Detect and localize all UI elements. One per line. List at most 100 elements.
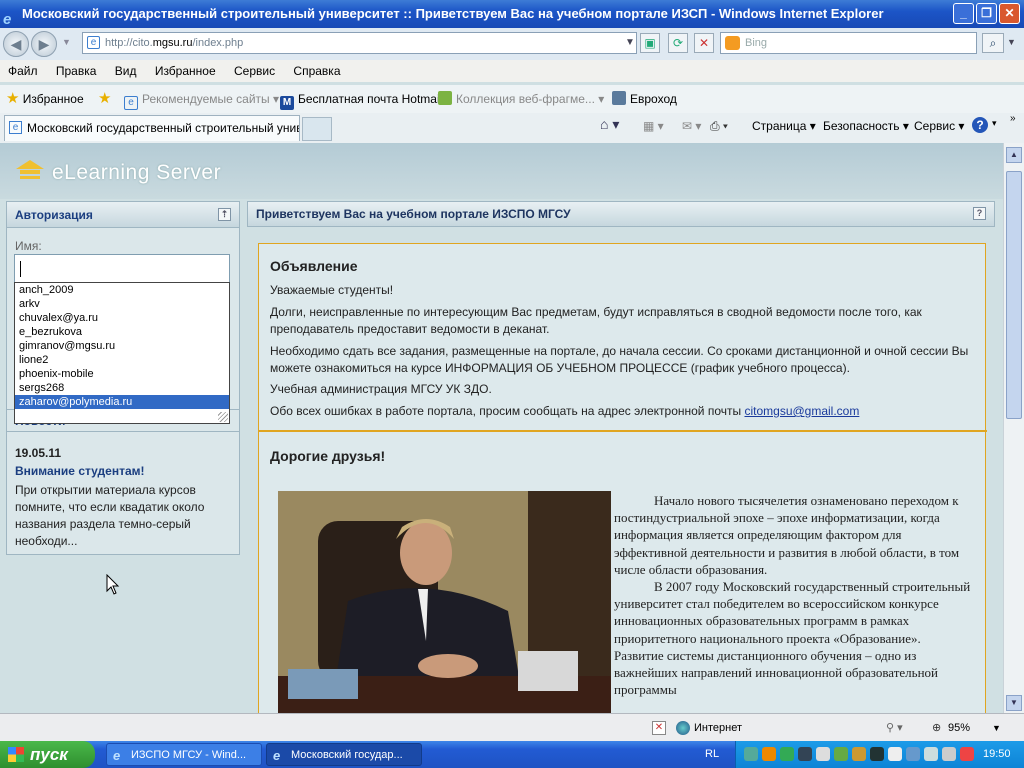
tray-app-icon[interactable] (960, 747, 974, 761)
vertical-scrollbar[interactable]: ▲ ▼ (1003, 143, 1024, 713)
main-header: Приветствуем Вас на учебном портале ИЗСП… (247, 201, 995, 227)
site-brand: eLearning Server (52, 161, 222, 184)
address-dropdown-icon[interactable]: ▼ (620, 34, 640, 54)
new-tab-button[interactable] (302, 117, 332, 141)
article-paragraph-2: В 2007 году Московский государственный с… (614, 579, 971, 698)
tray-app-icon[interactable] (762, 747, 776, 761)
language-indicator[interactable]: RL (705, 741, 719, 768)
username-input[interactable] (14, 254, 230, 284)
history-dropdown-icon[interactable]: ▼ (62, 37, 71, 47)
menu-view[interactable]: Вид (115, 60, 137, 82)
stop-icon[interactable]: ✕ (694, 33, 714, 53)
mail-icon[interactable]: ✉ ▾ (682, 119, 701, 133)
help-box-icon[interactable]: ? (973, 207, 986, 220)
window-title: Московский государственный строительный … (22, 6, 884, 21)
address-domain: mgsu.ru (152, 37, 193, 49)
network-icon[interactable] (906, 747, 920, 761)
safety-menu[interactable]: Безопасность ▾ (823, 119, 909, 133)
article-text: Начало нового тысячелетия ознаменовано п… (614, 492, 971, 698)
tray-app-icon[interactable] (798, 747, 812, 761)
evrohod-icon (612, 91, 626, 105)
page-menu[interactable]: Страница ▾ (752, 119, 816, 133)
tray-app-icon[interactable] (816, 747, 830, 761)
fav-webslices[interactable]: Коллекция веб-фрагме... ▾ (438, 85, 604, 113)
suggestion-item[interactable]: arkv (15, 297, 229, 311)
fav-suggested-sites[interactable]: e Рекомендуемые сайты ▾ (124, 85, 279, 113)
suggestion-item[interactable]: gimranov@mgsu.ru (15, 339, 229, 353)
ie-task-icon: e (273, 748, 281, 763)
system-tray: 19:50 (735, 741, 1024, 768)
add-favorite-icon[interactable]: ★ (98, 85, 111, 113)
collapse-icon[interactable]: ⇡ (218, 208, 231, 221)
clock: 19:50 (983, 748, 1011, 760)
start-button[interactable]: пуск (0, 741, 95, 768)
scroll-thumb[interactable] (1006, 171, 1022, 419)
suggestion-item[interactable]: e_bezrukova (15, 325, 229, 339)
protected-mode-icon[interactable]: ⚲ ▾ (886, 714, 903, 742)
tray-app-icon[interactable] (744, 747, 758, 761)
overflow-icon[interactable]: » (1010, 113, 1016, 124)
house-logo-icon (16, 160, 44, 179)
contact-text: Обо всех ошибках в работе портала, проси… (270, 404, 745, 418)
tray-app-icon[interactable] (942, 747, 956, 761)
scroll-up-icon[interactable]: ▲ (1006, 147, 1022, 163)
zoom-icon[interactable]: ⊕ (932, 714, 941, 742)
web-page: eLearning Server Авторизация ⇡ Имя: Ново… (0, 143, 1003, 713)
fav-evrohod[interactable]: Евроход (612, 85, 677, 113)
fav-hotmail[interactable]: M Бесплатная почта Hotmail (280, 85, 442, 113)
tools-menu[interactable]: Сервис ▾ (914, 119, 964, 133)
address-field[interactable]: e http://cito.mgsu.ru/index.php (82, 32, 637, 54)
tray-app-icon[interactable] (852, 747, 866, 761)
forward-button[interactable]: ▶ (31, 31, 57, 57)
tray-app-icon[interactable] (780, 747, 794, 761)
taskbar-item-mgsu[interactable]: e Московский государ... (266, 743, 422, 766)
suggestion-item[interactable]: phoenix-mobile (15, 367, 229, 381)
speaker-icon[interactable] (870, 747, 884, 761)
photo-illustration (278, 491, 611, 713)
page-icon: e (87, 36, 100, 49)
compatibility-icon[interactable]: ▣ (640, 33, 660, 53)
news-date: 19.05.11 (15, 446, 62, 460)
menu-help[interactable]: Справка (293, 60, 340, 82)
zoom-dropdown-icon[interactable]: ▼ (992, 714, 1001, 742)
search-input[interactable]: Bing (720, 32, 977, 54)
search-options-icon[interactable]: ▼ (1007, 37, 1016, 47)
suggestion-item[interactable]: chuvalex@ya.ru (15, 311, 229, 325)
scroll-down-icon[interactable]: ▼ (1006, 695, 1022, 711)
suggestion-item[interactable]: lione2 (15, 353, 229, 367)
feeds-icon[interactable]: ▦ ▾ (643, 119, 664, 133)
help-icon[interactable]: ? (972, 117, 988, 133)
search-icon[interactable]: ⌕ (982, 33, 1004, 53)
email-link[interactable]: citomgsu@gmail.com (744, 404, 859, 418)
suggestion-item[interactable]: sergs268 (15, 381, 229, 395)
print-icon[interactable]: ⎙ ▾ (710, 119, 728, 134)
zoom-level[interactable]: 95% (948, 714, 970, 742)
help-dropdown-icon[interactable]: ▾ (992, 118, 997, 129)
tray-app-icon[interactable] (924, 747, 938, 761)
menu-edit[interactable]: Правка (56, 60, 97, 82)
close-button[interactable]: ✕ (999, 3, 1020, 24)
menu-file[interactable]: Файл (8, 60, 38, 82)
refresh-icon[interactable]: ⟳ (668, 33, 688, 53)
tray-app-icon[interactable] (834, 747, 848, 761)
minimize-button[interactable]: _ (953, 3, 974, 24)
ie-page-icon: e (124, 96, 138, 110)
tray-app-icon[interactable] (888, 747, 902, 761)
menu-favorites[interactable]: Избранное (155, 60, 216, 82)
suggestion-item-selected[interactable]: zaharov@polymedia.ru (15, 395, 229, 409)
fav-hotmail-label: Бесплатная почта Hotmail (298, 92, 443, 106)
ie-task-icon: e (113, 748, 121, 763)
popup-blocked-icon[interactable]: ✕ (652, 721, 666, 735)
maximize-button[interactable]: ❐ (976, 3, 997, 24)
window-title-bar[interactable]: e Московский государственный строительны… (0, 0, 1024, 28)
suggestion-item[interactable]: anch_2009 (15, 283, 229, 297)
menu-tools[interactable]: Сервис (234, 60, 275, 82)
tab-mgsu[interactable]: e Московский государственный строительны… (4, 115, 300, 141)
home-icon[interactable]: ⌂ ▾ (600, 116, 619, 133)
taskbar-item-izspo[interactable]: e ИЗСПО МГСУ - Wind... (106, 743, 262, 766)
favorites-button[interactable]: ★ Избранное (6, 85, 84, 113)
resize-grip-icon[interactable] (218, 412, 228, 422)
search-placeholder: Bing (745, 37, 768, 49)
news-title-link[interactable]: Внимание студентам! (15, 464, 145, 478)
back-button[interactable]: ◀ (3, 31, 29, 57)
